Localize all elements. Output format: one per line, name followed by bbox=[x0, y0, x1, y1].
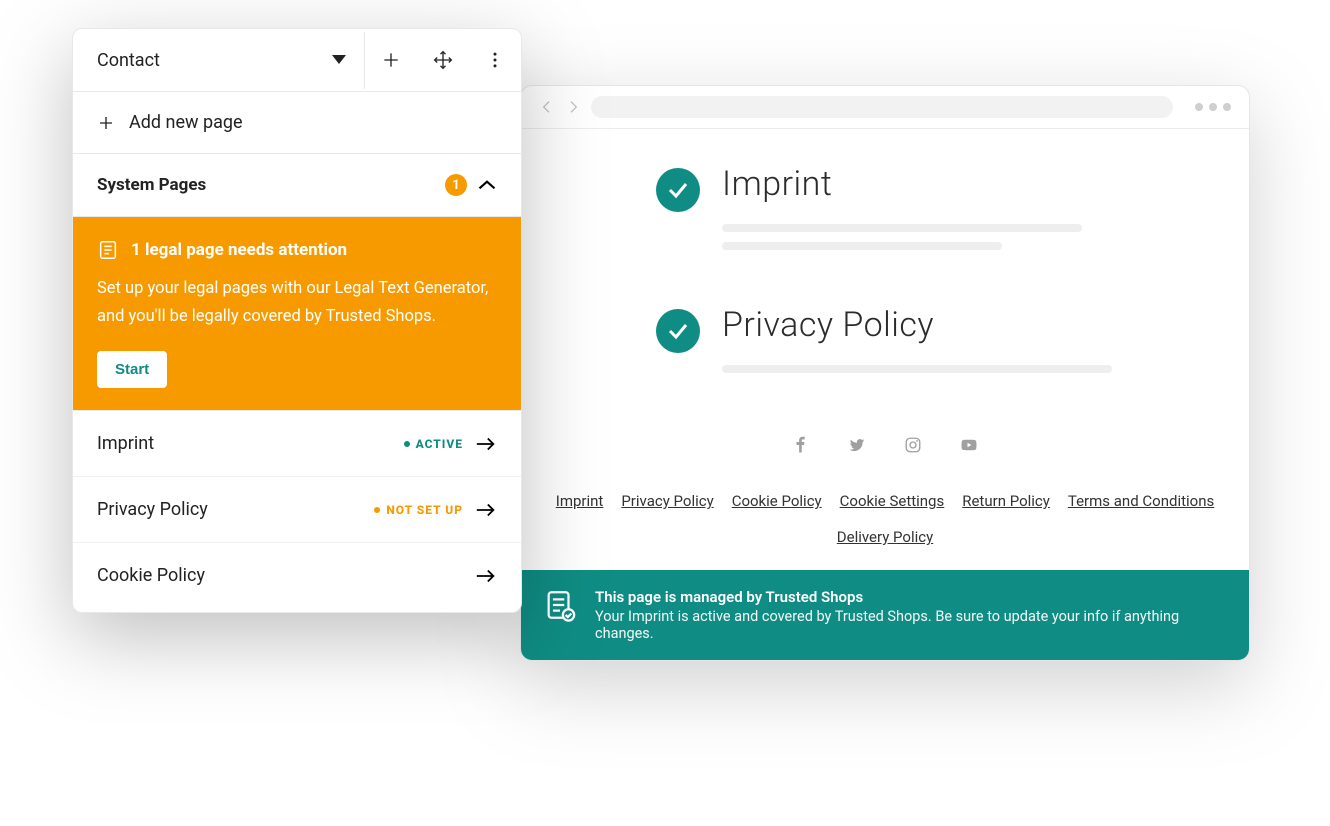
instagram-icon[interactable] bbox=[904, 436, 922, 454]
more-button[interactable] bbox=[469, 29, 521, 91]
twitter-icon[interactable] bbox=[848, 436, 866, 454]
check-icon bbox=[656, 168, 700, 212]
window-dot bbox=[1223, 103, 1231, 111]
preview-item-imprint: Imprint bbox=[656, 164, 1189, 260]
sidebar-header: Contact bbox=[73, 29, 521, 92]
page-selector-label: Contact bbox=[97, 50, 160, 71]
trusted-desc: Your Imprint is active and covered by Tr… bbox=[595, 608, 1227, 642]
system-page-name: Imprint bbox=[97, 433, 154, 454]
attention-badge: 1 bbox=[445, 174, 467, 196]
system-pages-header[interactable]: System Pages 1 bbox=[73, 154, 521, 217]
text-placeholder-bar bbox=[722, 242, 1002, 250]
document-icon bbox=[97, 239, 119, 261]
attention-text: Set up your legal pages with our Legal T… bbox=[97, 275, 497, 331]
arrow-right-icon bbox=[475, 436, 497, 452]
sidebar-panel: Contact Add new page System Pages 1 1 le… bbox=[72, 28, 522, 613]
preview-item-privacy: Privacy Policy bbox=[656, 305, 1189, 383]
preview-body: Imprint Privacy Policy bbox=[521, 129, 1249, 383]
footer-links: Imprint Privacy Policy Cookie Policy Cookie… bbox=[521, 482, 1249, 570]
plus-icon bbox=[381, 50, 401, 70]
window-dot bbox=[1195, 103, 1203, 111]
system-page-name: Privacy Policy bbox=[97, 499, 208, 520]
move-button[interactable] bbox=[417, 29, 469, 91]
check-icon bbox=[656, 309, 700, 353]
more-vertical-icon bbox=[485, 50, 505, 70]
move-icon bbox=[433, 50, 453, 70]
system-pages-label: System Pages bbox=[97, 175, 206, 195]
browser-preview-window: Imprint Privacy Policy Imprint bbox=[520, 85, 1250, 661]
footer-link[interactable]: Cookie Settings bbox=[840, 492, 945, 510]
add-new-page-label: Add new page bbox=[129, 112, 243, 133]
browser-toolbar bbox=[521, 86, 1249, 129]
footer-link[interactable]: Imprint bbox=[556, 492, 604, 510]
social-row bbox=[521, 428, 1249, 482]
preview-title: Imprint bbox=[722, 164, 1082, 204]
status-badge: ACTIVE bbox=[404, 437, 463, 451]
window-dots bbox=[1195, 103, 1231, 111]
browser-forward-icon[interactable] bbox=[565, 99, 581, 115]
trusted-shops-bar: This page is managed by Trusted Shops Yo… bbox=[521, 570, 1249, 660]
caret-down-icon bbox=[332, 55, 346, 65]
footer-link[interactable]: Delivery Policy bbox=[837, 528, 933, 546]
page-selector[interactable]: Contact bbox=[73, 32, 365, 89]
attention-panel: 1 legal page needs attention Set up your… bbox=[73, 217, 521, 411]
system-page-row[interactable]: Privacy Policy NOT SET UP bbox=[73, 477, 521, 543]
arrow-right-icon bbox=[475, 568, 497, 584]
start-button[interactable]: Start bbox=[97, 351, 167, 388]
attention-title: 1 legal page needs attention bbox=[131, 240, 347, 260]
system-page-name: Cookie Policy bbox=[97, 565, 205, 586]
chevron-up-icon bbox=[477, 179, 497, 191]
footer-link[interactable]: Privacy Policy bbox=[621, 492, 713, 510]
footer-link[interactable]: Cookie Policy bbox=[732, 492, 822, 510]
trusted-title: This page is managed by Trusted Shops bbox=[595, 588, 1227, 606]
window-dot bbox=[1209, 103, 1217, 111]
footer-link[interactable]: Return Policy bbox=[962, 492, 1050, 510]
footer-link[interactable]: Terms and Conditions bbox=[1068, 492, 1214, 510]
clipboard-check-icon bbox=[543, 588, 577, 622]
facebook-icon[interactable] bbox=[792, 436, 810, 454]
status-badge: NOT SET UP bbox=[374, 503, 463, 517]
text-placeholder-bar bbox=[722, 224, 1082, 232]
add-button[interactable] bbox=[365, 29, 417, 91]
browser-back-icon[interactable] bbox=[539, 99, 555, 115]
url-bar[interactable] bbox=[591, 96, 1173, 118]
system-page-row[interactable]: Cookie Policy bbox=[73, 543, 521, 612]
youtube-icon[interactable] bbox=[960, 436, 978, 454]
preview-title: Privacy Policy bbox=[722, 305, 1112, 345]
text-placeholder-bar bbox=[722, 365, 1112, 373]
add-new-page-row[interactable]: Add new page bbox=[73, 92, 521, 154]
plus-icon bbox=[97, 114, 115, 132]
system-page-row[interactable]: Imprint ACTIVE bbox=[73, 411, 521, 477]
arrow-right-icon bbox=[475, 502, 497, 518]
